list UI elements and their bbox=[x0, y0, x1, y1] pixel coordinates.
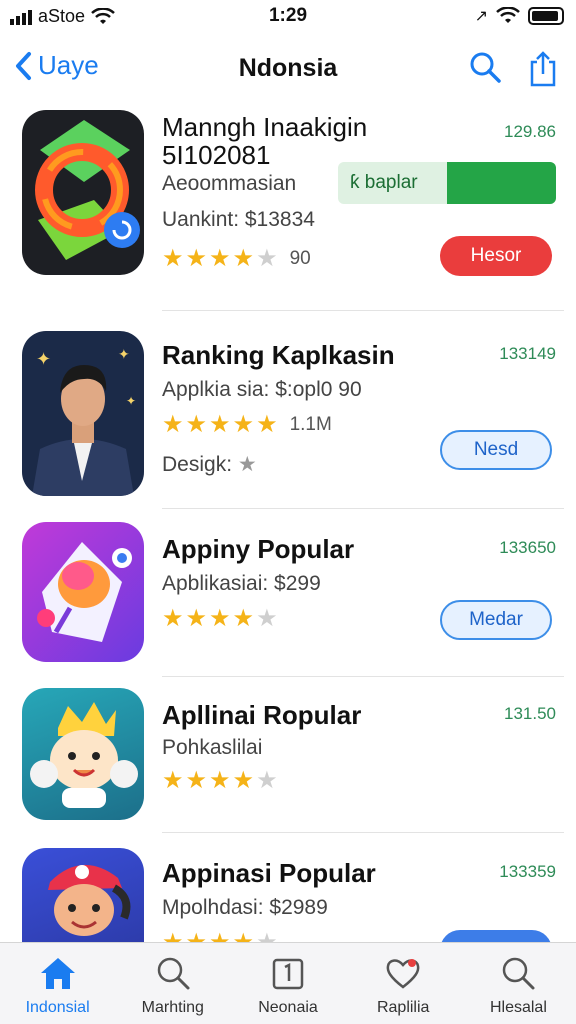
rating-stars: ★ ★ ★ ★ ★ 1.1M bbox=[162, 411, 332, 438]
app-name: Apllinai Ropular bbox=[162, 700, 362, 730]
search-icon[interactable] bbox=[468, 50, 502, 84]
app-subtitle: Apblikasiai: $299 bbox=[162, 572, 321, 595]
list-item[interactable]: Appinasi Popular Mpolhdasi: $2989 ★ ★ ★ ★ ★ … bbox=[0, 844, 576, 944]
progress-fill bbox=[447, 162, 556, 204]
target-logo-icon bbox=[35, 120, 140, 260]
app-icon-popular bbox=[22, 522, 144, 662]
navigation-bar: Uaye Ndonsia bbox=[0, 40, 576, 100]
app-extra-label: Desigk: bbox=[162, 453, 233, 476]
status-bar: aStoe 1:29 ↗ bbox=[0, 0, 576, 34]
battery-icon bbox=[528, 7, 564, 25]
side-number: 133359 bbox=[499, 862, 556, 881]
tab-label: Raplilia bbox=[376, 999, 430, 1016]
app-name: Ranking Kaplkasin bbox=[162, 340, 395, 370]
tab-label: Indonsial bbox=[25, 999, 90, 1016]
share-icon[interactable] bbox=[528, 50, 558, 88]
action-button[interactable]: Nesd bbox=[440, 430, 552, 470]
search-icon bbox=[503, 957, 535, 990]
tab-bar: Indonsial Marhting Neonaia Raplilia Hles… bbox=[0, 942, 576, 1024]
svg-text:✦: ✦ bbox=[118, 346, 130, 362]
tab-label: Marhting bbox=[141, 999, 204, 1016]
tab-hlesalal[interactable]: Hlesalal bbox=[461, 943, 576, 1024]
rating-stars: ★ ★ ★ ★ ★ bbox=[162, 605, 278, 632]
list-item[interactable]: ✦ ✦ ✦ Ranking Kaplkasin Applkia sia: $:opl… bbox=[0, 328, 576, 500]
search-icon bbox=[157, 957, 190, 990]
calendar-icon bbox=[272, 958, 304, 990]
star-paper-icon bbox=[37, 542, 132, 642]
app-name: Appinasi Popular bbox=[162, 858, 376, 888]
list-item[interactable]: Apllinai Ropular Pohkaslilai ★ ★ ★ ★ ★ 131.5… bbox=[0, 686, 576, 826]
rating-stars: ★ ★ ★ ★ ★ 90 bbox=[162, 245, 311, 272]
app-extra: Desigk: ★ bbox=[162, 453, 257, 476]
cap-character-icon bbox=[48, 864, 131, 936]
side-number: 131.50 bbox=[504, 704, 556, 723]
tab-neonaia[interactable]: Neonaia bbox=[230, 943, 345, 1024]
svg-text:✦: ✦ bbox=[126, 394, 136, 408]
heart-icon bbox=[386, 959, 420, 989]
rating-count: 90 bbox=[289, 247, 311, 269]
divider bbox=[162, 310, 564, 311]
home-icon bbox=[40, 958, 75, 989]
app-icon-hero bbox=[22, 848, 144, 944]
rating-stars: ★ ★ ★ ★ ★ bbox=[162, 767, 278, 794]
app-name-line2: 5I102081 bbox=[162, 140, 271, 170]
app-icon-character bbox=[22, 688, 144, 820]
action-button[interactable]: Medar bbox=[440, 600, 552, 640]
status-right: ↗ bbox=[475, 6, 564, 26]
app-name-line1: Manngh Inaakigin bbox=[162, 112, 368, 142]
divider bbox=[162, 832, 564, 833]
svg-text:✦: ✦ bbox=[36, 349, 51, 369]
side-number: 133149 bbox=[499, 344, 556, 363]
app-rank: Uankint: $13834 bbox=[162, 208, 315, 231]
progress-label: ƙ baplar bbox=[350, 172, 418, 193]
app-name: Appiny Popular bbox=[162, 534, 355, 564]
app-subtitle: Applkia sia: $:opl0 90 bbox=[162, 378, 362, 401]
divider bbox=[162, 676, 564, 677]
mascot-icon bbox=[30, 702, 138, 808]
tab-raplilia[interactable]: Raplilia bbox=[346, 943, 461, 1024]
app-subtitle: Mpolhdasi: $2989 bbox=[162, 896, 328, 919]
app-subtitle: Pohkaslilai bbox=[162, 736, 263, 759]
app-icon-ranking: ✦ ✦ ✦ bbox=[22, 331, 144, 496]
app-category: Aeoommasian bbox=[162, 172, 297, 195]
person-avatar-icon: ✦ ✦ ✦ bbox=[32, 346, 136, 496]
wifi-icon bbox=[496, 7, 520, 23]
tab-indonsial[interactable]: Indonsial bbox=[0, 943, 115, 1024]
tab-label: Neonaia bbox=[258, 999, 318, 1016]
list-item[interactable]: Appiny Popular Apblikasiai: $299 ★ ★ ★ ★ ★ 1… bbox=[0, 520, 576, 670]
progress-bar[interactable]: ƙ baplar bbox=[338, 162, 556, 204]
app-icon-featured bbox=[22, 110, 144, 275]
rating-count: 1.1M bbox=[289, 413, 332, 435]
tab-marhting[interactable]: Marhting bbox=[115, 943, 230, 1024]
side-number: 129.86 bbox=[504, 122, 556, 141]
side-number: 133650 bbox=[499, 538, 556, 557]
tab-label: Hlesalal bbox=[489, 999, 547, 1016]
action-button[interactable]: Hesor bbox=[440, 236, 552, 276]
location-icon: ↗ bbox=[474, 8, 488, 25]
divider bbox=[162, 508, 564, 509]
